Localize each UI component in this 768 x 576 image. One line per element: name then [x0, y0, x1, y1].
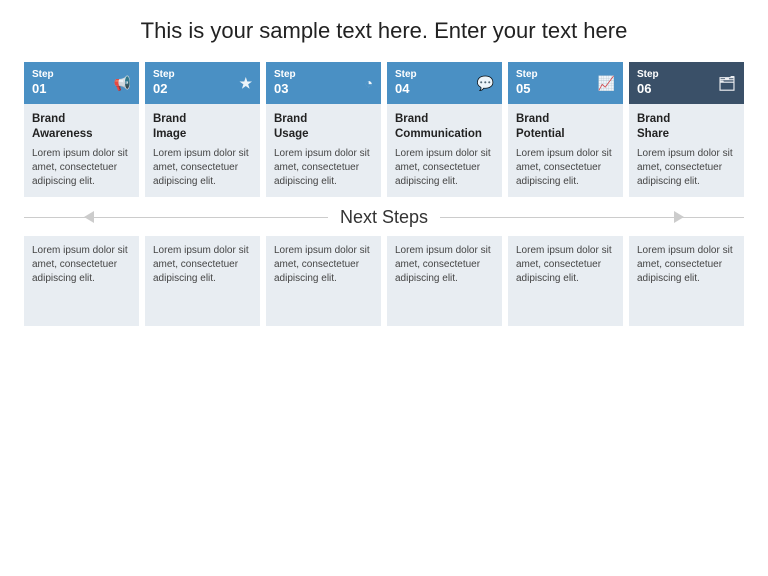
chart-icon: 📈	[598, 75, 615, 92]
step-body-2: BrandImage Lorem ipsum dolor sit amet, c…	[145, 104, 260, 197]
step-label-5: Step 05	[516, 69, 538, 97]
step-header-6: Step 06 🗂	[629, 62, 744, 104]
step-body-3: BrandUsage Lorem ipsum dolor sit amet, c…	[266, 104, 381, 197]
steps-grid: Step 01 📢 BrandAwareness Lorem ipsum dol…	[24, 62, 744, 197]
bottom-card-text-3: Lorem ipsum dolor sit amet, consectetuer…	[274, 244, 373, 286]
step-card-1: Step 01 📢 BrandAwareness Lorem ipsum dol…	[24, 62, 139, 197]
step-body-1: BrandAwareness Lorem ipsum dolor sit ame…	[24, 104, 139, 197]
step-header-1: Step 01 📢	[24, 62, 139, 104]
step-body-5: BrandPotential Lorem ipsum dolor sit ame…	[508, 104, 623, 197]
step-label-3: Step 03	[274, 69, 296, 97]
bottom-card-3: Lorem ipsum dolor sit amet, consectetuer…	[266, 236, 381, 326]
step-body-text-6: Lorem ipsum dolor sit amet, consectetuer…	[637, 147, 736, 189]
step-body-6: BrandShare Lorem ipsum dolor sit amet, c…	[629, 104, 744, 197]
bottom-grid: Lorem ipsum dolor sit amet, consectetuer…	[24, 236, 744, 326]
bottom-card-text-1: Lorem ipsum dolor sit amet, consectetuer…	[32, 244, 131, 286]
step-card-4: Step 04 💬 BrandCommunication Lorem ipsum…	[387, 62, 502, 197]
step-label-4: Step 04	[395, 69, 417, 97]
step-label-2: Step 02	[153, 69, 175, 97]
bottom-card-text-6: Lorem ipsum dolor sit amet, consectetuer…	[637, 244, 736, 286]
share-icon: 🗂	[718, 75, 736, 92]
communication-icon: 💬	[477, 75, 494, 92]
step-title-3: BrandUsage	[274, 112, 373, 142]
step-header-5: Step 05 📈	[508, 62, 623, 104]
step-body-text-1: Lorem ipsum dolor sit amet, consectetuer…	[32, 147, 131, 189]
step-title-2: BrandImage	[153, 112, 252, 142]
step-title-5: BrandPotential	[516, 112, 615, 142]
next-steps-title: Next Steps	[328, 207, 440, 228]
pie-chart-icon: ◔	[365, 75, 373, 91]
bottom-card-2: Lorem ipsum dolor sit amet, consectetuer…	[145, 236, 260, 326]
step-title-4: BrandCommunication	[395, 112, 494, 142]
bottom-card-text-5: Lorem ipsum dolor sit amet, consectetuer…	[516, 244, 615, 286]
step-card-3: Step 03 ◔ BrandUsage Lorem ipsum dolor s…	[266, 62, 381, 197]
step-card-5: Step 05 📈 BrandPotential Lorem ipsum dol…	[508, 62, 623, 197]
step-body-4: BrandCommunication Lorem ipsum dolor sit…	[387, 104, 502, 197]
step-title-6: BrandShare	[637, 112, 736, 142]
step-header-4: Step 04 💬	[387, 62, 502, 104]
page-title: This is your sample text here. Enter you…	[24, 18, 744, 44]
step-label-6: Step 06	[637, 69, 659, 97]
step-card-6: Step 06 🗂 BrandShare Lorem ipsum dolor s…	[629, 62, 744, 197]
next-steps-section: Next Steps	[24, 207, 744, 228]
step-header-2: Step 02 ★	[145, 62, 260, 104]
bottom-card-6: Lorem ipsum dolor sit amet, consectetuer…	[629, 236, 744, 326]
step-header-3: Step 03 ◔	[266, 62, 381, 104]
step-label-1: Step 01	[32, 69, 54, 97]
step-card-2: Step 02 ★ BrandImage Lorem ipsum dolor s…	[145, 62, 260, 197]
megaphone-icon: 📢	[114, 75, 131, 92]
bottom-card-text-2: Lorem ipsum dolor sit amet, consectetuer…	[153, 244, 252, 286]
step-body-text-2: Lorem ipsum dolor sit amet, consectetuer…	[153, 147, 252, 189]
step-body-text-4: Lorem ipsum dolor sit amet, consectetuer…	[395, 147, 494, 189]
step-body-text-3: Lorem ipsum dolor sit amet, consectetuer…	[274, 147, 373, 189]
bottom-card-4: Lorem ipsum dolor sit amet, consectetuer…	[387, 236, 502, 326]
step-title-1: BrandAwareness	[32, 112, 131, 142]
star-icon: ★	[239, 75, 252, 92]
step-body-text-5: Lorem ipsum dolor sit amet, consectetuer…	[516, 147, 615, 189]
bottom-card-5: Lorem ipsum dolor sit amet, consectetuer…	[508, 236, 623, 326]
bottom-card-1: Lorem ipsum dolor sit amet, consectetuer…	[24, 236, 139, 326]
bottom-card-text-4: Lorem ipsum dolor sit amet, consectetuer…	[395, 244, 494, 286]
